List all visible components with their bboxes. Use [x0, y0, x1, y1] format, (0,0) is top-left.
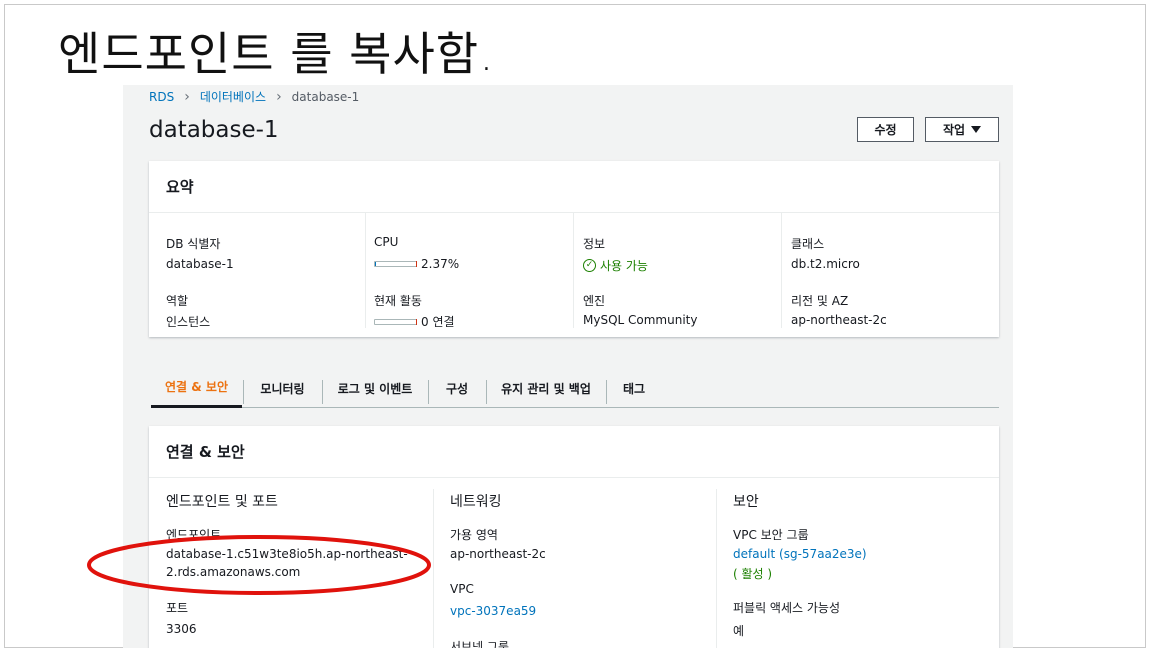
- annotation-ellipse: [87, 535, 431, 595]
- connectivity-title: 연결 & 보안: [149, 426, 999, 478]
- summary-column-status: 정보 ✓ 사용 가능 엔진 MySQL Community: [573, 213, 781, 328]
- port-label: 포트: [166, 601, 189, 615]
- caret-down-icon: [971, 126, 982, 133]
- cpu-meter: [374, 261, 417, 267]
- tab-logs-events[interactable]: 로그 및 이벤트: [323, 368, 427, 408]
- engine-value: MySQL Community: [583, 313, 698, 327]
- detail-tabs: 연결 & 보안 모니터링 로그 및 이벤트 구성 유지 관리 및 백업 태그: [151, 368, 999, 408]
- page-title: database-1: [149, 117, 279, 143]
- role-value: 인스턴스: [166, 315, 211, 329]
- public-access-label: 퍼블릭 액세스 가능성: [733, 601, 840, 615]
- breadcrumb-current: database-1: [291, 89, 360, 104]
- class-value: db.t2.micro: [791, 257, 860, 271]
- activity-label: 현재 활동: [374, 294, 422, 308]
- security-group-link[interactable]: default (sg-57aa2e3e): [733, 547, 867, 561]
- summary-grid: DB 식별자 database-1 역할 인스턴스 CPU 2.37% 현재 활…: [149, 213, 999, 337]
- activity-count: 0 연결: [421, 315, 455, 329]
- db-id-value: database-1: [166, 257, 234, 271]
- check-circle-icon: ✓: [583, 259, 596, 272]
- endpoint-highlight-ellipse: [87, 535, 431, 595]
- endpoint-section-title: 엔드포인트 및 포트: [166, 494, 278, 510]
- engine-label: 엔진: [583, 294, 606, 308]
- public-access-value: 예: [733, 624, 745, 638]
- summary-column-metrics: CPU 2.37% 현재 활동 0 연결: [365, 213, 573, 330]
- status-value: ✓ 사용 가능: [583, 257, 648, 274]
- subnet-group-label: 서브넷 그룹: [450, 640, 510, 648]
- summary-card: 요약 DB 식별자 database-1 역할 인스턴스 CPU 2.37% 현…: [149, 161, 999, 337]
- summary-column-identity: DB 식별자 database-1 역할 인스턴스: [149, 213, 357, 329]
- tab-configuration[interactable]: 구성: [429, 368, 485, 408]
- slide-title: 엔드포인트 를 복사함.: [58, 27, 495, 81]
- actions-dropdown-button[interactable]: 작업: [925, 117, 999, 142]
- cpu-meter-fill: [375, 262, 376, 266]
- status-label: 정보: [583, 237, 606, 251]
- tab-connectivity[interactable]: 연결 & 보안: [151, 368, 242, 408]
- breadcrumb-databases-link[interactable]: 데이터베이스: [200, 88, 266, 105]
- az-label: 가용 영역: [450, 528, 498, 542]
- summary-column-class: 클래스 db.t2.micro 리전 및 AZ ap-northeast-2c: [781, 213, 999, 328]
- security-group-label: VPC 보안 그룹: [733, 528, 809, 542]
- vpc-label: VPC: [450, 582, 474, 596]
- activity-value: 0 연결: [374, 313, 455, 330]
- security-section-title: 보안: [733, 494, 759, 510]
- az-value: ap-northeast-2c: [450, 547, 546, 561]
- chevron-right-icon: ›: [184, 88, 190, 105]
- cpu-meter-tick: [416, 261, 417, 267]
- tab-monitoring[interactable]: 모니터링: [244, 368, 321, 408]
- region-value: ap-northeast-2c: [791, 313, 887, 327]
- breadcrumb: RDS › 데이터베이스 › database-1: [149, 88, 359, 105]
- db-id-label: DB 식별자: [166, 237, 221, 251]
- cpu-label: CPU: [374, 235, 399, 249]
- tab-tags[interactable]: 태그: [607, 368, 661, 408]
- edit-button-label: 수정: [874, 123, 897, 137]
- column-divider: [433, 489, 434, 648]
- chevron-right-icon: ›: [276, 88, 282, 105]
- region-label: 리전 및 AZ: [791, 294, 849, 308]
- status-text: 사용 가능: [600, 259, 648, 273]
- tab-maintenance-backup[interactable]: 유지 관리 및 백업: [487, 368, 605, 408]
- activity-meter: [374, 318, 417, 325]
- cpu-value: 2.37%: [374, 257, 459, 271]
- security-group-status: ( 활성 ): [733, 567, 773, 581]
- actions-button-label: 작업: [942, 123, 966, 137]
- cpu-percent: 2.37%: [421, 257, 460, 271]
- port-value: 3306: [166, 622, 197, 636]
- column-divider: [716, 489, 717, 648]
- activity-meter-tick: [416, 318, 417, 325]
- role-label: 역할: [166, 294, 189, 308]
- class-label: 클래스: [791, 237, 825, 251]
- edit-button[interactable]: 수정: [857, 117, 914, 142]
- summary-title: 요약: [149, 161, 999, 213]
- vpc-link[interactable]: vpc-3037ea59: [450, 604, 536, 618]
- networking-section-title: 네트워킹: [450, 494, 502, 510]
- breadcrumb-rds-link[interactable]: RDS: [149, 90, 174, 104]
